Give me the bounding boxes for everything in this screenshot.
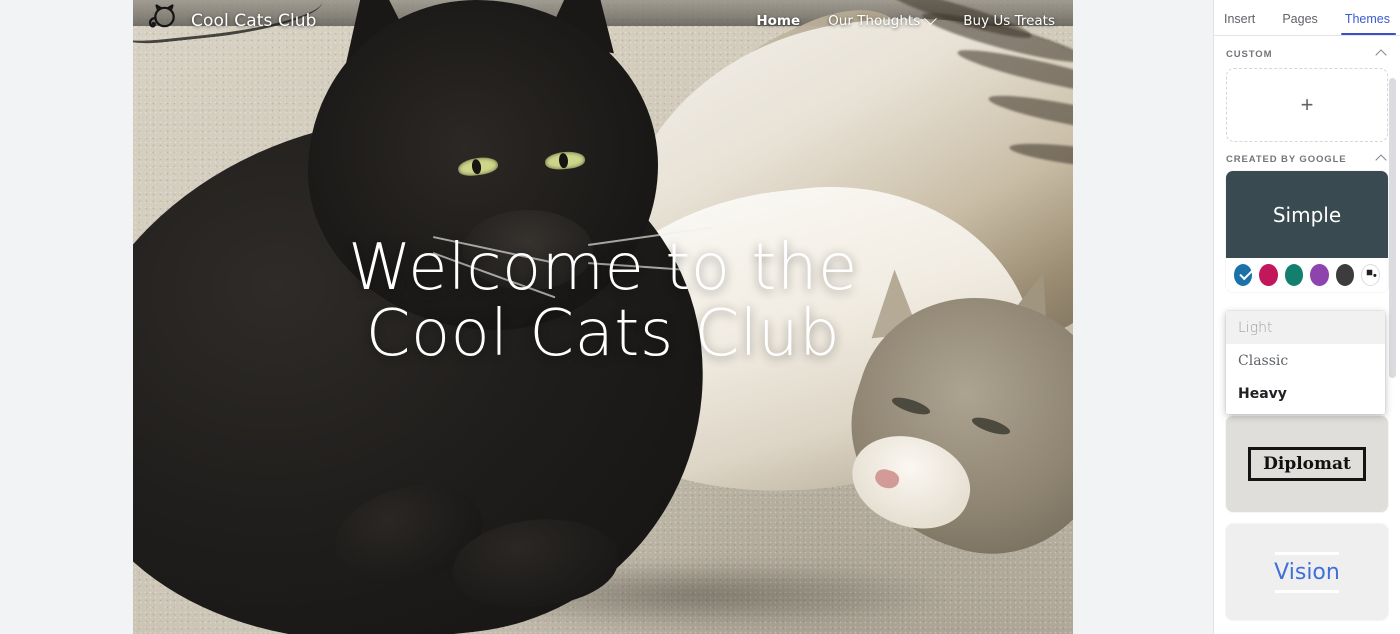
tab-pages[interactable]: Pages bbox=[1282, 12, 1317, 35]
panel-tab-bar: Insert Pages Themes bbox=[1214, 0, 1400, 36]
site-brand[interactable]: Cool Cats Club bbox=[133, 3, 317, 39]
theme-card-simple[interactable]: Simple bbox=[1226, 171, 1388, 292]
nav-item-buy-us-treats[interactable]: Buy Us Treats bbox=[963, 13, 1055, 29]
swatch-teal[interactable] bbox=[1284, 264, 1304, 286]
panel-scrollbar-track[interactable] bbox=[1389, 38, 1398, 632]
nav-item-our-thoughts-label: Our Thoughts bbox=[828, 13, 921, 29]
cat-head-icon bbox=[147, 3, 181, 39]
panel-scrollbar-thumb[interactable] bbox=[1389, 78, 1396, 378]
hero-title-line-1: Welcome to the bbox=[348, 231, 858, 305]
tab-themes[interactable]: Themes bbox=[1340, 12, 1397, 35]
hero-title[interactable]: Welcome to the Cool Cats Club bbox=[133, 235, 1073, 371]
theme-card-vision[interactable]: Vision bbox=[1226, 524, 1388, 620]
site-preview-frame[interactable]: Cool Cats Club Home Our Thoughts Buy Us … bbox=[133, 0, 1073, 634]
vision-rule-bottom bbox=[1275, 589, 1339, 593]
swatch-blue[interactable] bbox=[1234, 264, 1253, 286]
swatch-custom-color[interactable] bbox=[1361, 264, 1381, 286]
site-navigation: Home Our Thoughts Buy Us Treats bbox=[756, 11, 1073, 29]
editor-canvas[interactable]: Cool Cats Club Home Our Thoughts Buy Us … bbox=[0, 0, 1213, 634]
section-label-created-by-google: CREATED BY GOOGLE bbox=[1226, 154, 1347, 165]
add-custom-theme-button[interactable]: + bbox=[1226, 68, 1388, 142]
chevron-up-icon[interactable] bbox=[1375, 153, 1387, 166]
theme-name-vision: Vision bbox=[1274, 559, 1340, 585]
site-title: Cool Cats Club bbox=[191, 11, 317, 31]
font-option-classic[interactable]: Classic bbox=[1226, 344, 1385, 377]
google-sites-editor: Cool Cats Club Home Our Thoughts Buy Us … bbox=[0, 0, 1400, 634]
font-option-heavy[interactable]: Heavy bbox=[1226, 377, 1385, 410]
plus-icon: + bbox=[1300, 92, 1314, 117]
nav-item-home[interactable]: Home bbox=[756, 13, 800, 29]
theme-preview-vision: Vision bbox=[1226, 524, 1388, 620]
swatch-purple[interactable] bbox=[1310, 264, 1329, 286]
tab-insert[interactable]: Insert bbox=[1224, 12, 1255, 35]
chevron-up-icon[interactable] bbox=[1375, 48, 1387, 61]
theme-preview-simple: Simple bbox=[1226, 171, 1388, 258]
chevron-down-icon bbox=[924, 11, 938, 25]
section-header-created-by-google[interactable]: CREATED BY GOOGLE bbox=[1214, 142, 1400, 171]
section-header-custom[interactable]: CUSTOM bbox=[1214, 37, 1400, 66]
nav-item-our-thoughts[interactable]: Our Thoughts bbox=[828, 11, 938, 29]
font-option-light[interactable]: Light bbox=[1226, 311, 1385, 344]
swatch-black[interactable] bbox=[1335, 264, 1355, 286]
theme-name-diplomat: Diplomat bbox=[1248, 447, 1366, 481]
nav-item-home-label: Home bbox=[756, 13, 801, 29]
hero-title-line-2: Cool Cats Club bbox=[365, 296, 841, 371]
theme-name-simple: Simple bbox=[1272, 202, 1342, 227]
swatch-magenta[interactable] bbox=[1259, 264, 1278, 286]
site-header: Cool Cats Club Home Our Thoughts Buy Us … bbox=[133, 0, 1073, 42]
section-label-custom: CUSTOM bbox=[1226, 49, 1273, 60]
paint-bucket-icon bbox=[1364, 266, 1377, 284]
vision-rule-top bbox=[1275, 551, 1339, 555]
font-style-dropdown[interactable]: Light Classic Heavy bbox=[1226, 311, 1385, 414]
theme-preview-diplomat: Diplomat bbox=[1226, 416, 1388, 512]
nav-item-buy-us-treats-label: Buy Us Treats bbox=[963, 13, 1055, 29]
theme-color-swatches bbox=[1226, 258, 1388, 292]
theme-card-diplomat[interactable]: Diplomat bbox=[1226, 416, 1388, 512]
